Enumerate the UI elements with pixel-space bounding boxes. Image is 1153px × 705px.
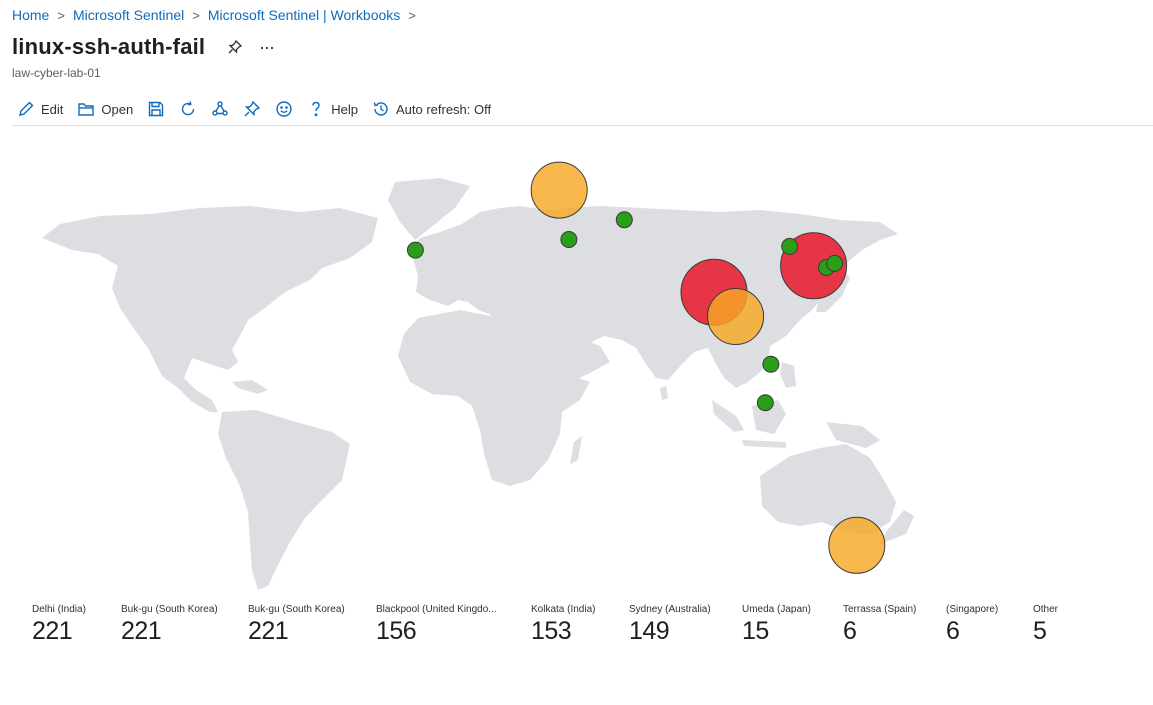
map-marker-singapore[interactable] — [756, 394, 774, 412]
stat-tile[interactable]: Umeda (Japan) 15 — [742, 604, 811, 646]
java — [742, 440, 786, 448]
edit-icon — [19, 101, 34, 116]
stat-value: 6 — [843, 617, 857, 645]
open-button[interactable]: Open — [70, 95, 140, 123]
stat-label: Other — [1033, 604, 1059, 615]
breadcrumb-separator-1: > — [57, 7, 65, 23]
save-icon — [149, 101, 164, 117]
stat-value: 221 — [121, 617, 162, 645]
australia — [760, 444, 896, 534]
edit-button[interactable]: Edit — [10, 95, 70, 123]
help-button[interactable]: Help — [300, 95, 365, 123]
map-marker-vietnam[interactable] — [762, 355, 780, 373]
stat-label: Buk-gu (South Korea) — [121, 604, 218, 615]
map-marker-japan[interactable] — [826, 254, 844, 272]
madagascar — [570, 436, 582, 464]
caribbean — [232, 380, 268, 394]
share-icon — [212, 101, 228, 116]
philippines — [780, 362, 796, 388]
refresh-button[interactable] — [172, 95, 204, 123]
pin-icon — [228, 39, 243, 54]
north-america — [42, 206, 378, 412]
feedback-button[interactable] — [268, 95, 300, 123]
stat-label: Terrassa (Spain) — [843, 604, 917, 615]
help-label: Help — [331, 101, 358, 117]
stat-tile[interactable]: Terrassa (Spain) 6 — [843, 604, 916, 646]
map-marker-china-north[interactable] — [781, 237, 799, 255]
stats-row: Delhi (India) 221 Buk-gu (South Korea) 221 B… — [0, 604, 1153, 654]
stat-tile[interactable]: (Singapore) 6 — [946, 604, 998, 646]
sri-lanka — [660, 386, 668, 400]
breadcrumb-home[interactable]: Home — [12, 7, 49, 23]
stat-label: Umeda (Japan) — [742, 604, 811, 615]
open-label: Open — [101, 101, 134, 117]
more-options-button[interactable] — [257, 37, 277, 57]
map-marker-terrassa-spain[interactable] — [560, 231, 578, 248]
stat-tile[interactable]: Sydney (Australia) 149 — [629, 604, 711, 646]
pin-button[interactable] — [236, 95, 268, 123]
map-marker-sydney-australia[interactable] — [828, 516, 886, 574]
stat-value: 221 — [32, 617, 73, 645]
auto-refresh-button[interactable]: Auto refresh: Off — [365, 95, 498, 123]
help-icon — [312, 101, 320, 117]
world-map[interactable] — [0, 150, 1153, 600]
stat-label: Kolkata (India) — [531, 604, 596, 615]
new-guinea — [826, 422, 880, 448]
page-title: linux-ssh-auth-fail — [12, 34, 206, 59]
stat-tile[interactable]: Buk-gu (South Korea) 221 — [248, 604, 345, 646]
map-marker-blackpool-united-kingdom[interactable] — [530, 161, 588, 219]
edit-label: Edit — [41, 101, 64, 117]
pin-icon — [244, 100, 261, 117]
stat-tile[interactable]: Other 5 — [1033, 604, 1058, 646]
open-icon — [78, 103, 95, 116]
feedback-icon — [276, 101, 292, 117]
history-icon — [373, 102, 388, 116]
stat-tile[interactable]: Delhi (India) 221 — [32, 604, 86, 646]
stat-value: 153 — [531, 617, 572, 645]
breadcrumb-separator-2: > — [192, 7, 200, 23]
toolbar-divider — [12, 125, 1153, 126]
stat-value: 149 — [629, 617, 670, 645]
stat-tile[interactable]: Kolkata (India) 153 — [531, 604, 595, 646]
stat-value: 221 — [248, 617, 289, 645]
sumatra — [712, 400, 744, 432]
stat-label: Blackpool (United Kingdo... — [376, 604, 497, 615]
stat-tile[interactable]: Blackpool (United Kingdo... 156 — [376, 604, 497, 646]
stat-value: 156 — [376, 617, 417, 645]
stat-value: 6 — [946, 617, 960, 645]
map-marker-us-east[interactable] — [406, 241, 424, 259]
stat-label: Sydney (Australia) — [629, 604, 711, 615]
map-marker-eastern-europe[interactable] — [615, 211, 633, 229]
share-button[interactable] — [204, 95, 236, 123]
save-button[interactable] — [140, 95, 172, 123]
auto-refresh-label: Auto refresh: Off — [395, 101, 492, 117]
pin-to-dashboard-button[interactable] — [225, 37, 245, 57]
stat-value: 15 — [742, 617, 769, 645]
map-marker-kolkata-india[interactable] — [707, 288, 765, 345]
ellipsis-icon — [261, 46, 274, 50]
stat-label: Buk-gu (South Korea) — [248, 604, 345, 615]
stat-tile[interactable]: Buk-gu (South Korea) 221 — [121, 604, 218, 646]
command-bar: Edit Open Help Auto refresh: Off — [10, 94, 1153, 124]
workspace-subtitle: law-cyber-lab-01 — [12, 66, 101, 80]
stat-value: 5 — [1033, 617, 1047, 645]
stat-label: (Singapore) — [946, 604, 999, 615]
breadcrumb-separator-3: > — [408, 7, 416, 23]
refresh-icon — [182, 101, 195, 116]
breadcrumb-workbooks[interactable]: Microsoft Sentinel | Workbooks — [208, 7, 400, 23]
title-row: linux-ssh-auth-fail — [12, 34, 277, 60]
breadcrumb-microsoft-sentinel[interactable]: Microsoft Sentinel — [73, 7, 184, 23]
south-america — [218, 410, 350, 590]
land-masses — [42, 178, 914, 590]
breadcrumb: Home > Microsoft Sentinel > Microsoft Se… — [12, 7, 424, 23]
stat-label: Delhi (India) — [32, 604, 86, 615]
